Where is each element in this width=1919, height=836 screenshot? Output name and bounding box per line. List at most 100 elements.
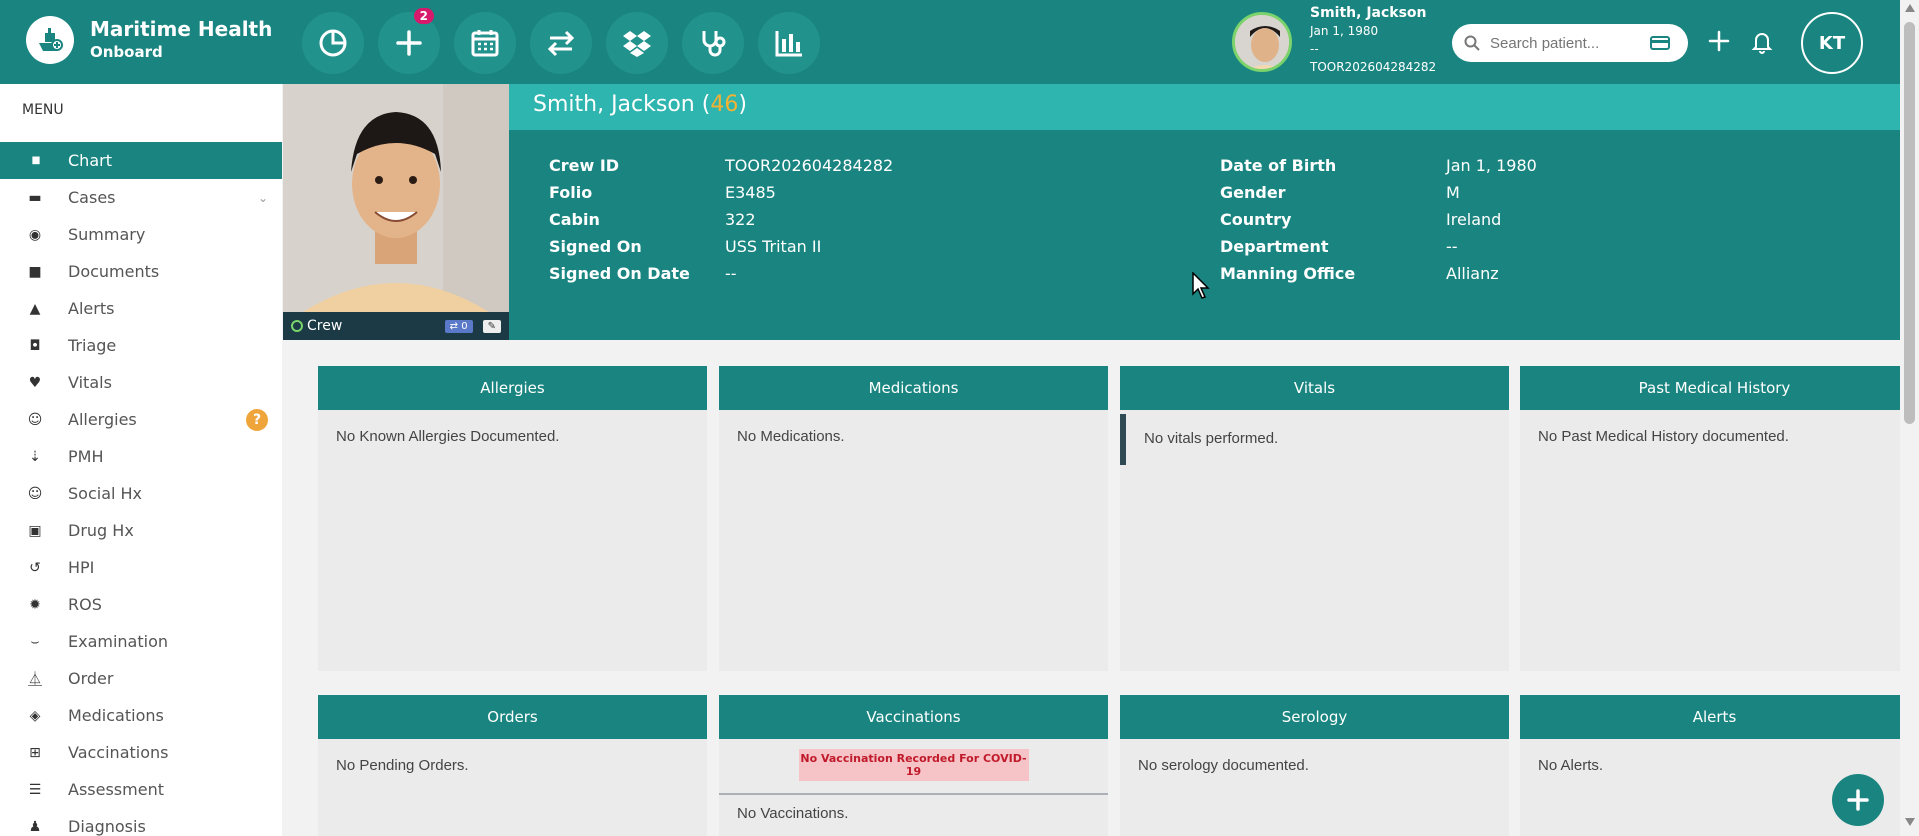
mouse-cursor-icon — [1192, 272, 1210, 299]
sidebar-item-chart[interactable]: ▮▮ Chart — [0, 142, 282, 179]
header-patient-name: Smith, Jackson — [533, 92, 695, 117]
list-icon: ☰ — [28, 781, 42, 798]
sidebar: MENU ▮▮ Chart ▬ Cases ⌄ ◉ Summary ■ Documents ▲ Al… — [0, 84, 282, 836]
vaccinations-card: Vaccinations No Vaccination Recorded For… — [719, 695, 1108, 836]
chevron-down-icon[interactable]: ⌄ — [258, 191, 268, 205]
sidebar-item-label: PMH — [68, 447, 104, 466]
patient-id: TOOR202604284282 — [1310, 60, 1437, 74]
eye-icon: ◉ — [28, 226, 42, 243]
patient-dob: Jan 1, 1980 — [1310, 24, 1379, 38]
add-button[interactable]: 2 — [378, 8, 440, 74]
share-count-button[interactable]: ⇄ 0 — [444, 319, 473, 333]
brand[interactable]: Maritime Health Onboard — [26, 16, 272, 64]
bar-chart-icon — [775, 31, 802, 57]
detail-label: Signed On Date — [549, 264, 690, 283]
pmh-card: Past Medical History No Past Medical His… — [1520, 366, 1909, 671]
sidebar-item-medications[interactable]: ◈ Medications — [0, 697, 282, 734]
user-avatar[interactable]: KT — [1801, 12, 1863, 74]
sidebar-item-cases[interactable]: ▬ Cases ⌄ — [0, 179, 282, 216]
detail-value: -- — [725, 264, 737, 283]
sidebar-item-vitals[interactable]: ♥ Vitals — [0, 364, 282, 401]
patient-photo: Crew ⇄ 0 ✎ — [283, 84, 509, 340]
detail-label: Cabin — [549, 210, 600, 229]
detail-value: 322 — [725, 210, 756, 229]
photo-status-bar: Crew ⇄ 0 ✎ — [283, 312, 509, 340]
patient-search[interactable] — [1452, 24, 1688, 62]
detail-label: Department — [1220, 237, 1329, 256]
calendar-button[interactable] — [454, 12, 516, 74]
covid-vaccination-warning: No Vaccination Recorded For COVID-19 — [798, 749, 1029, 781]
gear-icon: ✹ — [29, 596, 41, 613]
sidebar-item-label: Social Hx — [68, 484, 143, 503]
sidebar-item-order[interactable]: ⏅ Order — [0, 660, 282, 697]
detail-label: Date of Birth — [1220, 156, 1337, 175]
sidebar-item-documents[interactable]: ■ Documents — [0, 253, 282, 290]
card-icon[interactable] — [1650, 35, 1670, 51]
sidebar-item-assessment[interactable]: ☰ Assessment — [0, 771, 282, 808]
patient-details: Crew ID TOOR202604284282 Folio E3485 Cabin 32… — [509, 130, 1900, 340]
orders-card-title[interactable]: Orders — [318, 695, 707, 739]
edit-photo-button[interactable]: ✎ — [482, 319, 501, 333]
transfer-button[interactable] — [530, 12, 592, 74]
flask-icon: ⏅ — [28, 671, 42, 688]
detail-label: Gender — [1220, 183, 1286, 202]
history-icon: ↺ — [29, 559, 41, 576]
bell-icon[interactable] — [1748, 28, 1776, 56]
pie-chart-icon — [319, 29, 347, 57]
allergies-warning-badge: ? — [246, 408, 268, 431]
scroll-up-arrow-icon[interactable] — [1905, 4, 1915, 12]
sidebar-item-triage[interactable]: ◘ Triage — [0, 327, 282, 364]
sidebar-item-alerts[interactable]: ▲ Alerts — [0, 290, 282, 327]
reports-button[interactable] — [758, 12, 820, 74]
menu-title: MENU — [22, 102, 64, 118]
sidebar-item-examination[interactable]: ⌣ Examination — [0, 623, 282, 660]
sidebar-item-diagnosis[interactable]: ♟ Diagnosis — [0, 808, 282, 836]
detail-label: Manning Office — [1220, 264, 1356, 283]
brand-subtitle: Onboard — [90, 43, 163, 61]
serology-card-body: No serology documented. — [1138, 757, 1309, 774]
bar-chart-icon: ▮▮ — [31, 155, 40, 166]
sidebar-item-pmh[interactable]: ⇣ PMH — [0, 438, 282, 475]
status-dot-icon — [291, 320, 303, 332]
share-count: 0 — [461, 320, 468, 332]
allergies-card-title[interactable]: Allergies — [318, 366, 707, 410]
stethoscope-button[interactable] — [682, 12, 744, 74]
sidebar-item-label: Triage — [68, 336, 117, 355]
sidebar-item-hpi[interactable]: ↺ HPI — [0, 549, 282, 586]
vitals-card: Vitals No vitals performed. — [1120, 366, 1509, 671]
pmh-card-title[interactable]: Past Medical History — [1520, 366, 1909, 410]
serology-card-title[interactable]: Serology — [1120, 695, 1509, 739]
vitals-card-title[interactable]: Vitals — [1120, 366, 1509, 410]
scroll-down-arrow-icon[interactable] — [1905, 818, 1915, 826]
medications-card-title[interactable]: Medications — [719, 366, 1108, 410]
sidebar-item-label: Drug Hx — [68, 521, 134, 540]
patient-avatar[interactable] — [1232, 12, 1292, 72]
vaccinations-card-title[interactable]: Vaccinations — [719, 695, 1108, 739]
sidebar-item-label: Cases — [68, 188, 116, 207]
sidebar-item-allergies[interactable]: ☺ Allergies? — [0, 401, 282, 438]
sidebar-item-summary[interactable]: ◉ Summary — [0, 216, 282, 253]
search-input[interactable] — [1490, 34, 1650, 52]
pmh-card-body: No Past Medical History documented. — [1538, 428, 1789, 445]
heart-icon: ♥ — [28, 374, 42, 391]
sidebar-item-vaccinations[interactable]: ⊞ Vaccinations — [0, 734, 282, 771]
dashboard-button[interactable] — [302, 12, 364, 74]
calendar-icon — [471, 30, 499, 57]
detail-value: Ireland — [1446, 210, 1502, 229]
alerts-card-title[interactable]: Alerts — [1520, 695, 1909, 739]
sidebar-item-label: Examination — [68, 632, 169, 651]
sidebar-item-label: Vitals — [68, 373, 112, 392]
dropbox-button[interactable] — [606, 12, 668, 74]
detail-value: USS Tritan II — [725, 237, 822, 256]
sidebar-item-label: Chart — [68, 151, 112, 170]
top-plus-icon[interactable] — [1704, 26, 1734, 56]
sidebar-item-label: Allergies — [68, 410, 137, 429]
sidebar-item-ros[interactable]: ✹ ROS — [0, 586, 282, 623]
sidebar-item-drug-hx[interactable]: ▣ Drug Hx — [0, 512, 282, 549]
sidebar-item-label: ROS — [68, 595, 102, 614]
allergies-card-body: No Known Allergies Documented. — [336, 428, 560, 445]
floating-add-button[interactable] — [1832, 774, 1884, 826]
sidebar-item-social-hx[interactable]: ☺ Social Hx — [0, 475, 282, 512]
vaccinations-card-body: No Vaccinations. — [737, 805, 849, 822]
scrollbar-thumb[interactable] — [1904, 22, 1915, 424]
